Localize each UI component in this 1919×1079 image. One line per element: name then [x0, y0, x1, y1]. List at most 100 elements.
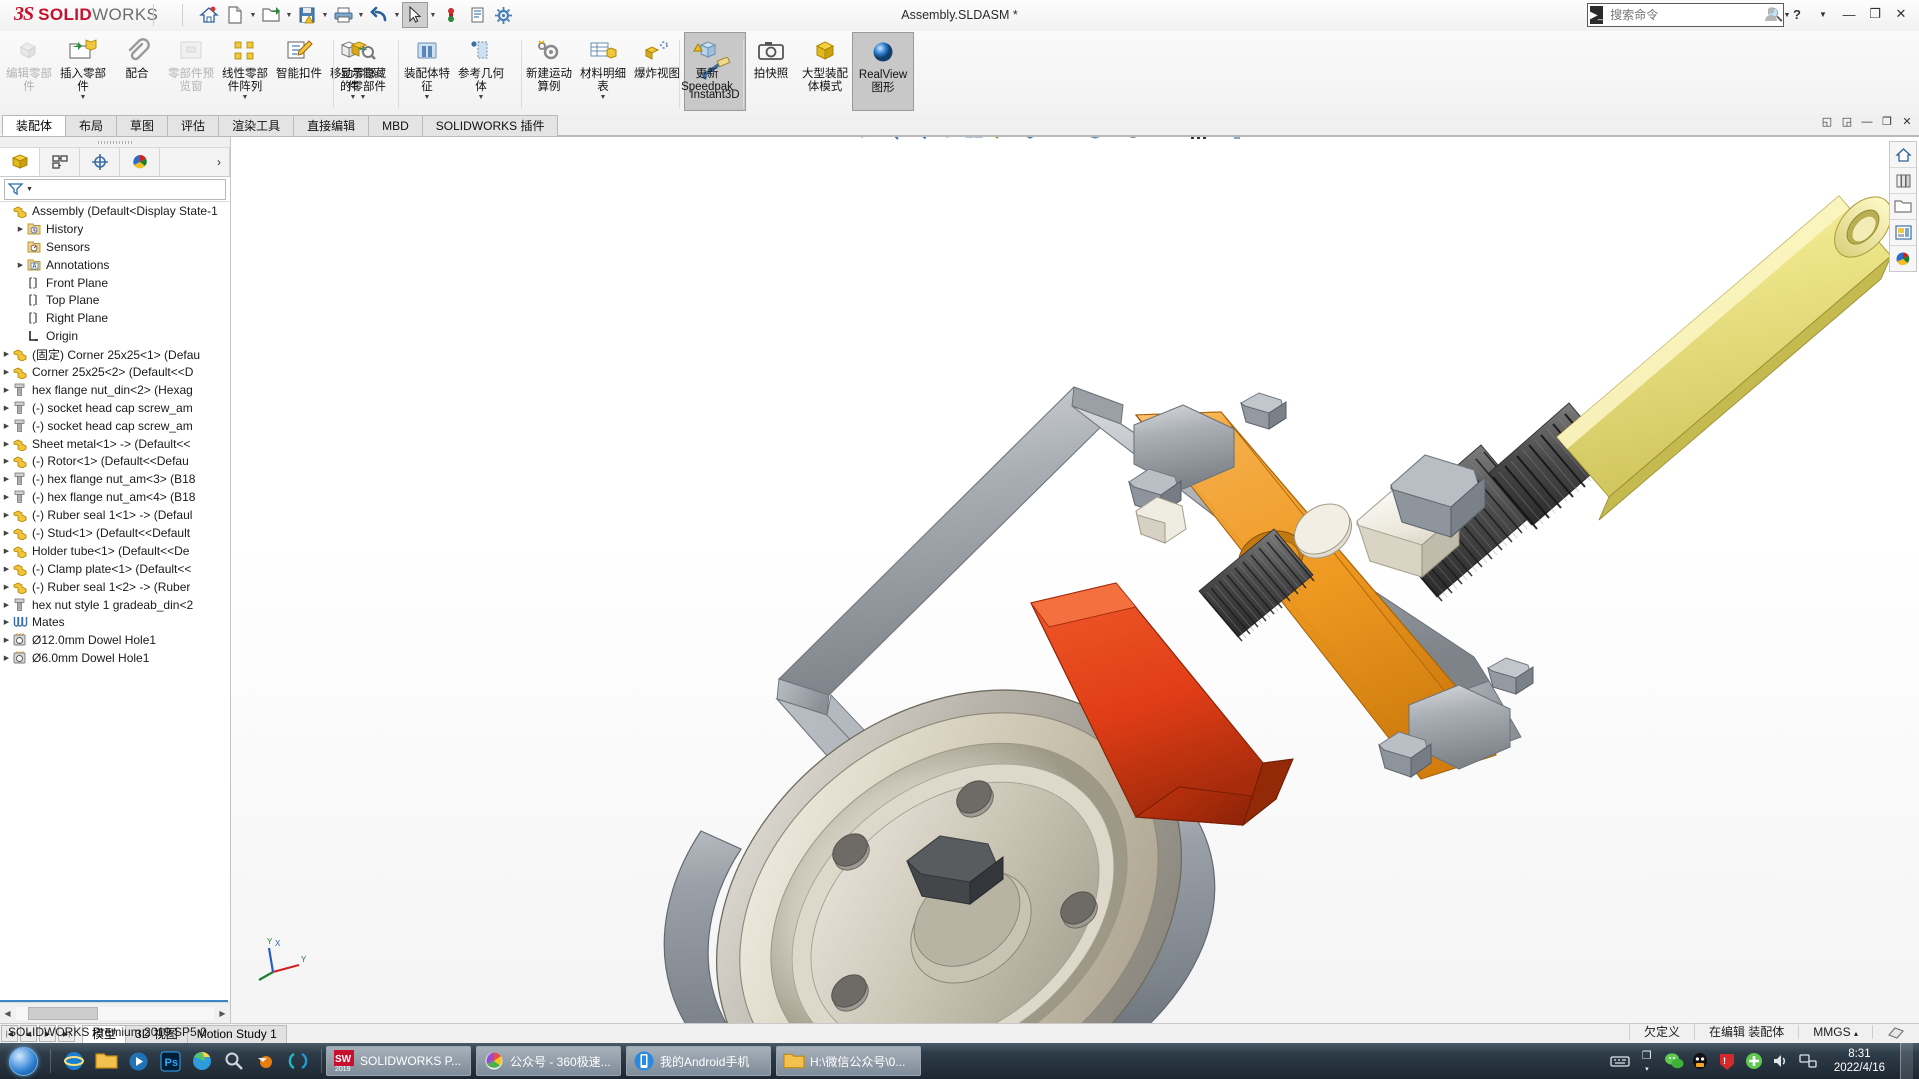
expand-arrow-icon[interactable]: ▶ — [0, 404, 13, 412]
tree-horizontal-scrollbar[interactable]: ◀ ▶ — [0, 1002, 230, 1024]
tab-mbd[interactable]: MBD — [368, 115, 423, 136]
restore-window-icon[interactable]: ❐ — [1879, 115, 1895, 128]
windows-taskbar[interactable]: Ps SW 2019 SOLIDWORKS P... 公众号 - 360极速..… — [0, 1043, 1919, 1079]
internet-explorer-icon[interactable] — [59, 1046, 89, 1076]
design-library-icon[interactable] — [1890, 168, 1916, 194]
feature-manager-tab[interactable] — [0, 148, 40, 176]
tab-render-tools[interactable]: 渲染工具 — [218, 115, 295, 136]
tree-item[interactable]: ▶ Origin — [0, 327, 230, 345]
tree-item[interactable]: ▶ hex flange nut_din<2> (Hexag — [0, 381, 230, 399]
expand-arrow-icon[interactable]: ▶ — [0, 440, 13, 448]
blender-icon[interactable] — [251, 1046, 281, 1076]
scroll-thumb[interactable] — [28, 1007, 98, 1020]
undo-icon[interactable] — [366, 2, 392, 28]
rebuild-icon[interactable] — [438, 2, 464, 28]
chevron-down-icon[interactable]: ▼ — [392, 2, 402, 28]
expand-arrow-icon[interactable]: ▶ — [0, 422, 13, 430]
browser-icon[interactable] — [187, 1046, 217, 1076]
chevron-down-icon[interactable]: ▼ — [478, 94, 485, 102]
ribbon-insert-component[interactable]: 插入零部件 ▼ — [56, 32, 110, 111]
tree-item[interactable]: ▶ History — [0, 220, 230, 238]
maximize-doc-icon[interactable]: ◲ — [1839, 115, 1855, 128]
help-icon[interactable]: ? — [1785, 2, 1809, 26]
taskbar-window-folder[interactable]: H:\微信公众号\0... — [776, 1046, 921, 1076]
qq-icon[interactable] — [1691, 1052, 1711, 1071]
360-security-icon[interactable] — [1745, 1052, 1765, 1070]
ribbon-exploded-view[interactable]: 爆炸视图 — [630, 32, 684, 111]
chevron-down-icon[interactable]: ▼ — [600, 94, 607, 102]
user-account-icon[interactable] — [1759, 2, 1783, 26]
expand-arrow-icon[interactable]: ▶ — [0, 547, 13, 555]
ribbon-realview-graphics[interactable]: RealView 图形 — [852, 32, 914, 111]
tree-item[interactable]: ▶ (-) hex flange nut_am<3> (B18 — [0, 470, 230, 488]
document-window-controls[interactable]: ◱ ◲ — ❐ ✕ — [1819, 115, 1915, 129]
more-tabs-chevron-icon[interactable]: › — [160, 148, 230, 176]
tree-item[interactable]: ▶ Top Plane — [0, 291, 230, 309]
tree-item[interactable]: ▶ Front Plane — [0, 274, 230, 292]
panel-grip[interactable] — [0, 137, 230, 148]
cortana-icon[interactable] — [283, 1046, 313, 1076]
expand-arrow-icon[interactable]: ▶ — [0, 654, 13, 662]
close-button[interactable]: ✕ — [1889, 2, 1913, 26]
tree-item[interactable]: ▶ A Annotations — [0, 256, 230, 274]
expand-arrow-icon[interactable]: ▶ — [0, 636, 13, 644]
ribbon-update-speedpak[interactable]: 更新 Speedpak — [680, 32, 734, 111]
minimize-doc-icon[interactable]: — — [1859, 116, 1875, 128]
feature-tree[interactable]: ▶ Assembly (Default<Display State-1 ▶ Histo… — [0, 199, 230, 1002]
manager-tab-strip[interactable]: › — [0, 148, 230, 177]
ribbon-linear-component-pattern[interactable]: 线性零部件阵列 ▼ — [218, 32, 272, 111]
select-icon[interactable] — [402, 2, 428, 28]
tree-item[interactable]: ▶ Ø12.0mm Dowel Hole1 — [0, 631, 230, 649]
scroll-track[interactable] — [16, 1007, 214, 1020]
tab-evaluate[interactable]: 评估 — [167, 115, 220, 136]
home-panel-icon[interactable] — [1890, 142, 1916, 168]
file-explorer-icon[interactable] — [1890, 194, 1916, 220]
expand-arrow-icon[interactable]: ▶ — [0, 511, 13, 519]
ribbon-large-assembly-mode[interactable]: 大型装配体模式 — [798, 32, 852, 111]
volume-icon[interactable] — [1772, 1053, 1792, 1069]
chevron-down-icon[interactable]: ▼ — [284, 2, 294, 28]
expand-arrow-icon[interactable]: ▶ — [0, 601, 13, 609]
filter-input[interactable]: ▼ — [4, 178, 226, 200]
expand-arrow-icon[interactable]: ▶ — [0, 583, 13, 591]
options-icon[interactable] — [490, 2, 516, 28]
restore-doc-icon[interactable]: ◱ — [1819, 115, 1835, 128]
display-manager-tab[interactable] — [120, 148, 160, 176]
ribbon-new-motion-study[interactable]: 新建运动算例 — [522, 32, 576, 111]
tab-assembly[interactable]: 装配体 — [2, 115, 67, 136]
tree-item[interactable]: ▶ (-) Rotor<1> (Default<<Defau — [0, 452, 230, 470]
home-icon[interactable] — [196, 2, 222, 28]
property-manager-tab[interactable] — [40, 148, 80, 176]
chevron-down-icon[interactable]: ▼ — [360, 94, 367, 102]
expand-arrow-icon[interactable]: ▶ — [0, 368, 13, 376]
tree-item[interactable]: ▶ (-) Ruber seal 1<2> -> (Ruber — [0, 578, 230, 596]
quick-launch-bar[interactable]: Ps — [55, 1046, 317, 1076]
chevron-down-icon[interactable]: ▼ — [424, 94, 431, 102]
tree-item[interactable]: ▶ Ø6.0mm Dowel Hole1 — [0, 649, 230, 667]
chevron-down-icon[interactable]: ▼ — [428, 2, 438, 28]
ribbon-component-preview[interactable]: 零部件预览窗 — [164, 32, 218, 111]
tree-item[interactable]: ▶ Right Plane — [0, 309, 230, 327]
start-button[interactable] — [0, 1044, 46, 1078]
chevron-down-icon[interactable]: ▼ — [242, 94, 249, 102]
tree-item[interactable]: ▶ (-) socket head cap screw_am — [0, 399, 230, 417]
scroll-left-icon[interactable]: ◀ — [0, 1009, 15, 1018]
keyboard-layout-icon[interactable] — [1610, 1054, 1630, 1068]
command-tab-bar[interactable]: 装配体 布局 草图 评估 渲染工具 直接编辑 MBD SOLIDWORKS 插件 — [0, 114, 1919, 137]
ribbon-bill-of-materials[interactable]: 材料明细表 ▼ — [576, 32, 630, 111]
search-icon[interactable] — [219, 1046, 249, 1076]
ribbon-assembly-features[interactable]: 装配体特征 ▼ — [400, 32, 454, 111]
tree-item[interactable]: ▶ Assembly (Default<Display State-1 — [0, 202, 230, 220]
tree-item[interactable]: ▶ (-) Ruber seal 1<1> -> (Defaul — [0, 506, 230, 524]
expand-arrow-icon[interactable]: ▶ — [0, 386, 13, 394]
window-controls[interactable]: ? ▼ — ❐ ✕ — [1759, 2, 1913, 26]
taskbar-window-360browser[interactable]: 公众号 - 360极速... — [476, 1046, 621, 1076]
chevron-down-icon[interactable]: ▼ — [356, 2, 366, 28]
network-icon[interactable] — [1799, 1053, 1819, 1069]
expand-arrow-icon[interactable]: ▶ — [0, 618, 13, 626]
open-document-icon[interactable] — [258, 2, 284, 28]
expand-arrow-icon[interactable]: ▶ — [14, 225, 27, 233]
chevron-down-icon[interactable]: ▼ — [248, 2, 258, 28]
close-doc-icon[interactable]: ✕ — [1899, 115, 1915, 128]
save-icon[interactable] — [294, 2, 320, 28]
